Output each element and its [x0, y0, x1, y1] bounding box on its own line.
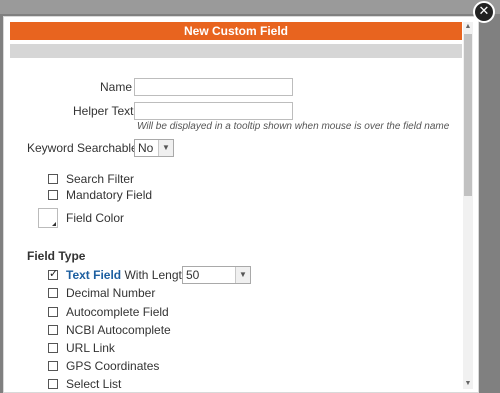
helper-text-input[interactable] — [134, 102, 293, 120]
close-icon[interactable]: ✕ — [473, 1, 495, 23]
scroll-down-icon[interactable]: ▼ — [463, 379, 473, 389]
chevron-down-icon: ▼ — [158, 140, 173, 156]
text-field-link[interactable]: Text Field — [66, 268, 121, 282]
text-length-select[interactable]: 50 ▼ — [182, 266, 251, 284]
autocomplete-field-checkbox[interactable] — [48, 307, 58, 317]
gps-coordinates-label: GPS Coordinates — [66, 359, 160, 373]
scrollbar-thumb[interactable] — [464, 34, 472, 196]
keyword-searchable-select[interactable]: No ▼ — [134, 139, 174, 157]
helper-text-label: Helper Text — [73, 104, 134, 118]
gps-coordinates-checkbox[interactable] — [48, 361, 58, 371]
vertical-scrollbar[interactable]: ▲ ▼ — [463, 22, 473, 389]
field-type-heading: Field Type — [27, 249, 86, 263]
scroll-up-icon[interactable]: ▲ — [463, 22, 473, 32]
helper-text-hint: Will be displayed in a tooltip shown whe… — [137, 121, 450, 132]
search-filter-label: Search Filter — [66, 172, 135, 186]
select-list-checkbox[interactable] — [48, 379, 58, 389]
chevron-down-icon: ▼ — [235, 267, 250, 283]
name-label: Name — [100, 80, 133, 94]
search-filter-checkbox[interactable] — [48, 174, 58, 184]
url-link-label: URL Link — [66, 341, 115, 355]
text-length-value: 50 — [186, 268, 200, 282]
dialog-subheader-bar — [10, 44, 462, 58]
name-input[interactable] — [134, 78, 293, 96]
decimal-number-checkbox[interactable] — [48, 288, 58, 298]
field-color-picker[interactable] — [38, 208, 58, 228]
text-field-label: Text Field With Length — [66, 268, 189, 282]
text-field-checkbox[interactable] — [48, 267, 58, 280]
url-link-checkbox[interactable] — [48, 343, 58, 353]
ncbi-autocomplete-label: NCBI Autocomplete — [66, 323, 171, 337]
autocomplete-field-label: Autocomplete Field — [66, 305, 169, 319]
keyword-searchable-value: No — [138, 141, 154, 155]
select-list-label: Select List — [66, 377, 122, 391]
dialog-content: New Custom Field Name Helper Text Will b… — [10, 22, 462, 392]
new-custom-field-dialog: New Custom Field Name Helper Text Will b… — [3, 16, 479, 393]
overlay-top-bar — [0, 0, 500, 14]
mandatory-field-label: Mandatory Field — [66, 188, 153, 202]
field-color-label: Field Color — [66, 211, 125, 225]
keyword-searchable-label: Keyword Searchable — [27, 141, 138, 155]
mandatory-field-checkbox[interactable] — [48, 190, 58, 200]
ncbi-autocomplete-checkbox[interactable] — [48, 325, 58, 335]
with-length-label: With Length — [124, 268, 189, 282]
decimal-number-label: Decimal Number — [66, 286, 156, 300]
dialog-title: New Custom Field — [10, 22, 462, 40]
